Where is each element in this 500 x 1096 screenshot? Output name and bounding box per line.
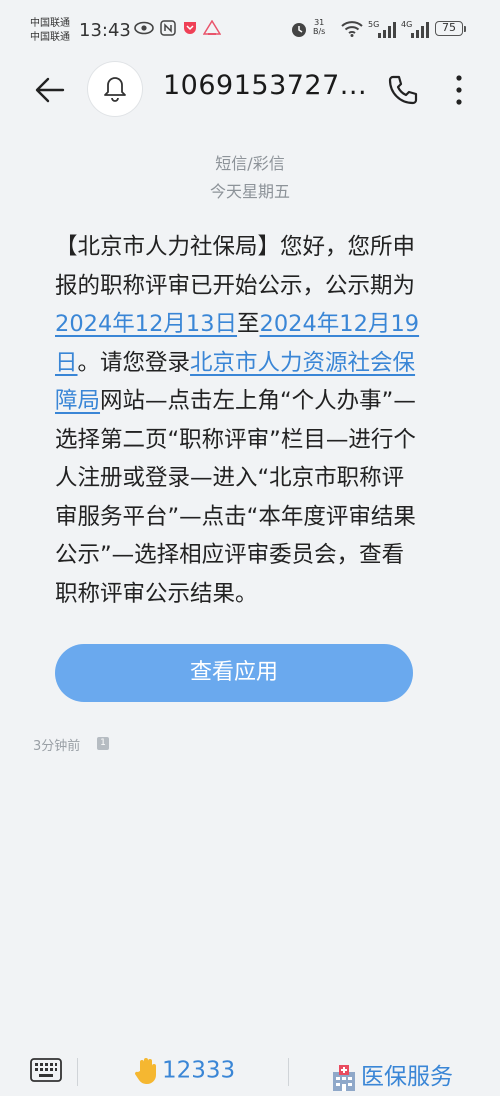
signal-icon: [410, 22, 430, 42]
carrier-1: 中国联通: [30, 18, 70, 29]
back-button[interactable]: [30, 70, 70, 110]
net-speed-value: 31: [314, 18, 325, 27]
keyboard-button[interactable]: [30, 1058, 62, 1082]
hand-icon: [134, 1058, 156, 1084]
hospital-icon: [333, 1064, 355, 1091]
message-timestamp: 3分钟前: [33, 739, 81, 754]
more-icon: [456, 75, 462, 105]
divider: [77, 1058, 78, 1086]
avatar-bell-button[interactable]: [88, 62, 142, 116]
battery-indicator: 75: [435, 21, 463, 36]
divider: [288, 1058, 289, 1086]
call-button[interactable]: [383, 70, 423, 110]
shortcut-medical-insurance[interactable]: 医保服务: [331, 1057, 453, 1092]
date-label: 今天星期五: [209, 182, 290, 201]
message-body: 【北京市人力社保局】您好，您所申报的职称评审已开始公示，公示期为 2024年12月…: [55, 228, 425, 613]
nfc-icon: [160, 20, 176, 40]
contact-number[interactable]: 1069153727...: [163, 70, 367, 101]
shortcut-12333-label: 12333: [162, 1057, 236, 1084]
view-app-button[interactable]: 查看应用: [55, 644, 413, 702]
signal-icon: [377, 22, 397, 42]
shortcut-12333[interactable]: 12333: [134, 1057, 235, 1085]
conversation-header: 1069153727...: [0, 56, 500, 126]
bottom-bar: 12333 医保服务: [0, 1040, 500, 1096]
message-type-label: 短信/彩信: [215, 154, 285, 173]
notification-app-icon: [202, 19, 222, 40]
net-speed: 31 B/s: [313, 18, 325, 36]
status-bar: 中国联通 中国联通 13:43 31 B/s 5G 4G 75: [0, 0, 500, 56]
phone-icon: [388, 75, 418, 105]
alarm-icon: [290, 20, 308, 42]
pocket-app-icon: [182, 20, 198, 40]
shortcut-medical-insurance-label: 医保服务: [361, 1064, 453, 1090]
net-speed-unit: B/s: [313, 27, 326, 36]
wifi-icon: [341, 21, 363, 41]
message-text-1: 【北京市人力社保局】您好，您所申报的职称评审已开始公示，公示期为: [55, 234, 416, 299]
carrier-2: 中国联通: [30, 32, 70, 43]
message-text-2: 至: [237, 311, 260, 337]
more-options-button[interactable]: [446, 70, 472, 110]
eye-icon: [134, 20, 154, 40]
message-text-4: 网站—点击左上角“个人办事”—选择第二页“职称评审”栏目—进行个人注册或登录—进…: [55, 388, 416, 607]
back-arrow-icon: [35, 77, 65, 103]
clock: 13:43: [79, 20, 131, 41]
battery-tip: [464, 26, 466, 32]
bell-icon: [104, 77, 126, 102]
keyboard-icon: [30, 1058, 62, 1082]
link-start-date[interactable]: 2024年12月13日: [55, 311, 237, 337]
carrier-labels: 中国联通 中国联通: [30, 17, 70, 45]
sim-badge: 1: [97, 737, 109, 750]
message-text-3: 。请您登录: [77, 349, 191, 376]
